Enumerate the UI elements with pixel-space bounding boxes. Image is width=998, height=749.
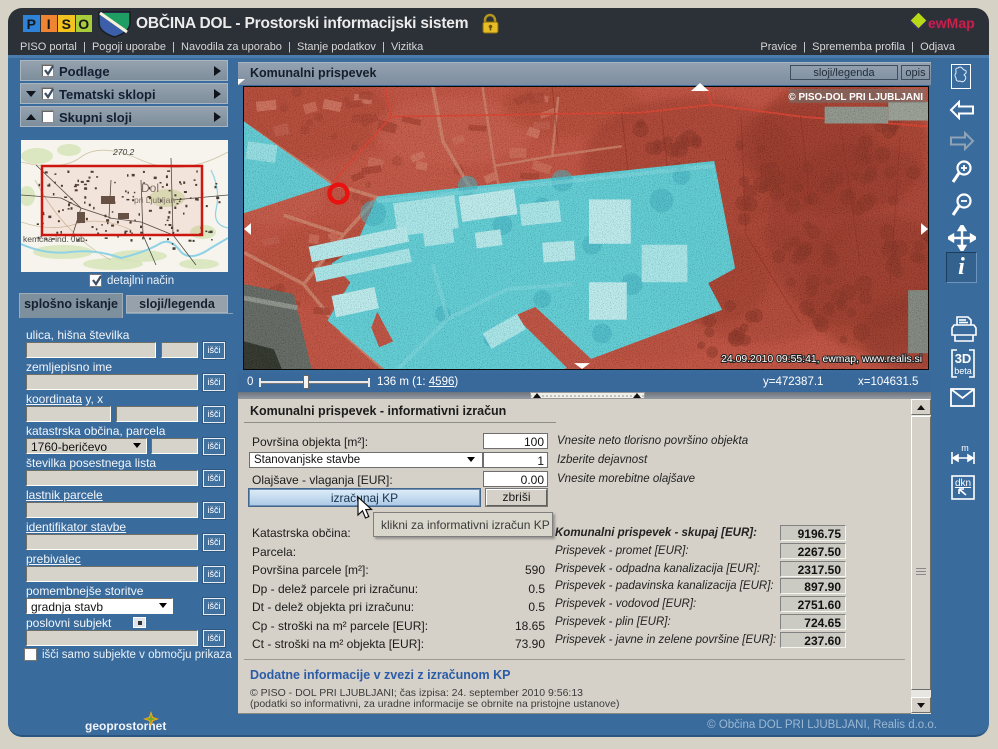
svg-text:3D: 3D xyxy=(955,351,972,366)
svg-text:m: m xyxy=(961,443,969,453)
svg-text:270.2: 270.2 xyxy=(112,147,135,157)
svg-text:24.09.2010 09:55:41, ewmap, ww: 24.09.2010 09:55:41, ewmap, www.realis.s… xyxy=(721,354,922,365)
svg-text:beta: beta xyxy=(954,366,972,376)
svg-text:dkn: dkn xyxy=(955,478,971,489)
svg-text:© PISO-DOL PRI LJUBLJANI: © PISO-DOL PRI LJUBLJANI xyxy=(788,92,923,103)
svg-text:ewMap: ewMap xyxy=(928,15,975,31)
